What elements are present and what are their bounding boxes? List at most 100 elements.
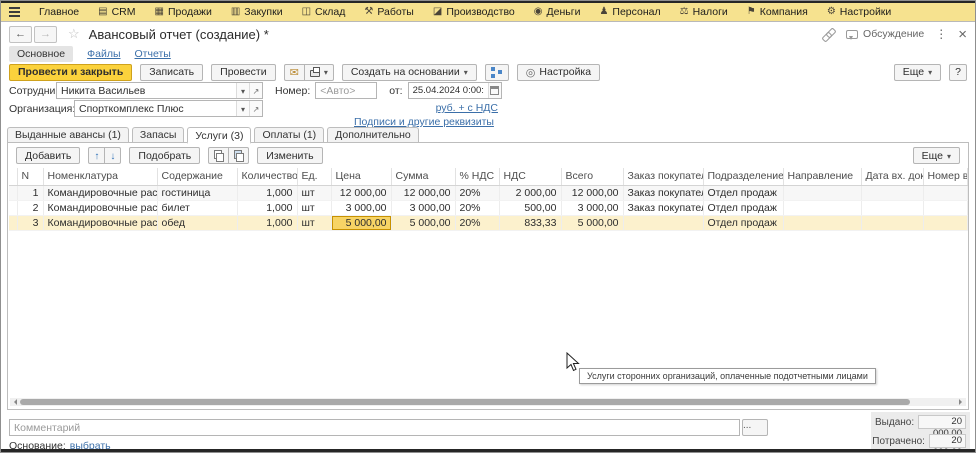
grid-toolbar: Добавить Подобрать Изменить Еще <box>16 147 960 164</box>
horizontal-scrollbar[interactable] <box>10 398 966 406</box>
move-up-button[interactable] <box>88 147 105 164</box>
move-down-button[interactable] <box>104 147 121 164</box>
company-icon <box>747 7 756 17</box>
tab-otchety[interactable]: Отчеты <box>135 48 171 60</box>
row-marker-header <box>9 168 17 185</box>
organization-open-button[interactable] <box>249 101 262 116</box>
more-button[interactable]: Еще <box>894 64 941 81</box>
discussion-button[interactable]: Обсуждение <box>846 28 924 40</box>
table-row: 2 Командировочные расходы билет 1,000 шт… <box>9 200 967 215</box>
menu-item-nastroyki[interactable]: Настройки <box>827 6 891 18</box>
copy-rows-button[interactable] <box>208 147 229 164</box>
chevron-down-icon <box>241 85 245 97</box>
organization-dropdown-button[interactable] <box>236 101 249 116</box>
calendar-button[interactable] <box>488 83 501 98</box>
menu-item-zakupki[interactable]: Закупки <box>231 6 283 18</box>
mouse-cursor <box>566 352 580 372</box>
print-button[interactable] <box>304 64 334 81</box>
services-table: N Номенклатура Содержание Количество Ед.… <box>9 168 968 231</box>
post-button[interactable]: Провести <box>211 64 275 81</box>
gear-icon <box>526 66 536 79</box>
comment-input[interactable] <box>9 419 740 436</box>
paste-rows-button[interactable] <box>228 147 249 164</box>
back-arrow-icon <box>15 28 26 40</box>
settings-button[interactable]: Настройка <box>517 64 600 81</box>
date-field <box>408 82 502 99</box>
date-input[interactable] <box>409 83 488 98</box>
personnel-icon <box>599 7 608 17</box>
tab-fajly[interactable]: Файлы <box>87 48 120 60</box>
more-menu-icon[interactable] <box>935 27 947 41</box>
employee-field <box>56 82 263 99</box>
structure-button[interactable] <box>485 64 509 81</box>
tab-vydannye-avansy[interactable]: Выданные авансы (1) <box>7 127 129 142</box>
menu-item-nalogi[interactable]: Налоги <box>680 6 728 18</box>
help-button[interactable]: ? <box>949 64 967 81</box>
scroll-left-arrow-icon[interactable] <box>11 399 17 405</box>
totals-panel: Выдано: 20 000,00 Потрачено: 20 000,00 <box>871 412 970 451</box>
menu-item-glavnoe[interactable]: Главное <box>39 6 79 18</box>
menu-item-prodazhi[interactable]: Продажи <box>155 6 212 18</box>
chevron-down-icon <box>928 66 932 78</box>
employee-input[interactable] <box>57 83 236 98</box>
copy-icon <box>214 150 223 161</box>
arrow-down-icon <box>110 150 115 162</box>
employee-row: Сотрудник: Номер: от: <box>9 82 502 99</box>
tab-uslugi[interactable]: Услуги (3) <box>187 127 251 144</box>
printer-icon <box>310 70 320 77</box>
number-input[interactable] <box>315 82 377 99</box>
col-vat-rate: % НДС <box>455 168 499 185</box>
menu-item-crm[interactable]: CRM <box>98 6 135 18</box>
number-label: Номер: <box>275 85 310 97</box>
menu-item-personal[interactable]: Персонал <box>599 6 660 18</box>
menu-item-kompaniya[interactable]: Компания <box>747 6 808 18</box>
copy-link-icon[interactable] <box>822 28 835 41</box>
col-quantity: Количество <box>237 168 297 185</box>
menu-item-raboty[interactable]: Работы <box>364 6 413 18</box>
menu-item-sklad[interactable]: Склад <box>302 6 346 18</box>
edit-button[interactable]: Изменить <box>257 147 322 164</box>
tab-zapasy[interactable]: Запасы <box>132 127 185 142</box>
menu-item-dengi[interactable]: Деньги <box>534 6 581 18</box>
close-icon[interactable] <box>958 26 967 43</box>
chevron-down-icon <box>241 103 245 115</box>
employee-dropdown-button[interactable] <box>236 83 249 98</box>
favorite-star-icon[interactable] <box>68 26 80 42</box>
tab-dopolnitelno[interactable]: Дополнительно <box>327 127 419 142</box>
app-window: Главное CRM Продажи Закупки Склад Работы… <box>0 0 976 453</box>
back-button[interactable] <box>9 26 32 43</box>
comment-row <box>9 419 768 436</box>
forward-button[interactable] <box>34 26 57 43</box>
arrow-up-icon <box>94 150 99 162</box>
works-icon <box>364 7 373 17</box>
organization-input[interactable] <box>75 101 236 116</box>
settings-icon <box>827 7 836 17</box>
purchases-icon <box>231 7 240 17</box>
production-icon <box>433 7 442 17</box>
write-button[interactable]: Записать <box>140 64 203 81</box>
tab-oplaty[interactable]: Оплаты (1) <box>254 127 324 142</box>
document-tabs: Выданные авансы (1) Запасы Услуги (3) Оп… <box>7 127 422 142</box>
pick-button[interactable]: Подобрать <box>129 147 200 164</box>
command-bar: Провести и закрыть Записать Провести Соз… <box>9 63 967 81</box>
comment-expand-button[interactable] <box>742 419 768 436</box>
menu-item-proizvodstvo[interactable]: Производство <box>433 6 515 18</box>
email-button[interactable] <box>284 64 305 81</box>
commandbar-right: Еще ? <box>894 64 967 81</box>
add-row-button[interactable]: Добавить <box>16 147 80 164</box>
grid-more-button[interactable]: Еще <box>913 147 960 164</box>
currency-vat-link[interactable]: руб. + с НДС <box>426 102 498 114</box>
table-row-selected: 3 Командировочные расходы обед 1,000 шт … <box>9 215 967 230</box>
col-vat: НДС <box>499 168 561 185</box>
tab-osnovnoe[interactable]: Основное <box>9 46 73 62</box>
main-menu-button[interactable] <box>9 7 20 17</box>
crm-icon <box>98 7 107 17</box>
titlebar-actions: Обсуждение <box>822 26 967 43</box>
subordination-structure-icon <box>491 66 503 78</box>
scrollbar-thumb[interactable] <box>20 399 910 405</box>
post-and-close-button[interactable]: Провести и закрыть <box>9 64 132 81</box>
employee-open-button[interactable] <box>249 83 262 98</box>
selected-cell[interactable]: 5 000,00 <box>331 215 391 230</box>
scroll-right-arrow-icon[interactable] <box>959 399 965 405</box>
create-based-on-button[interactable]: Создать на основании <box>342 64 477 81</box>
